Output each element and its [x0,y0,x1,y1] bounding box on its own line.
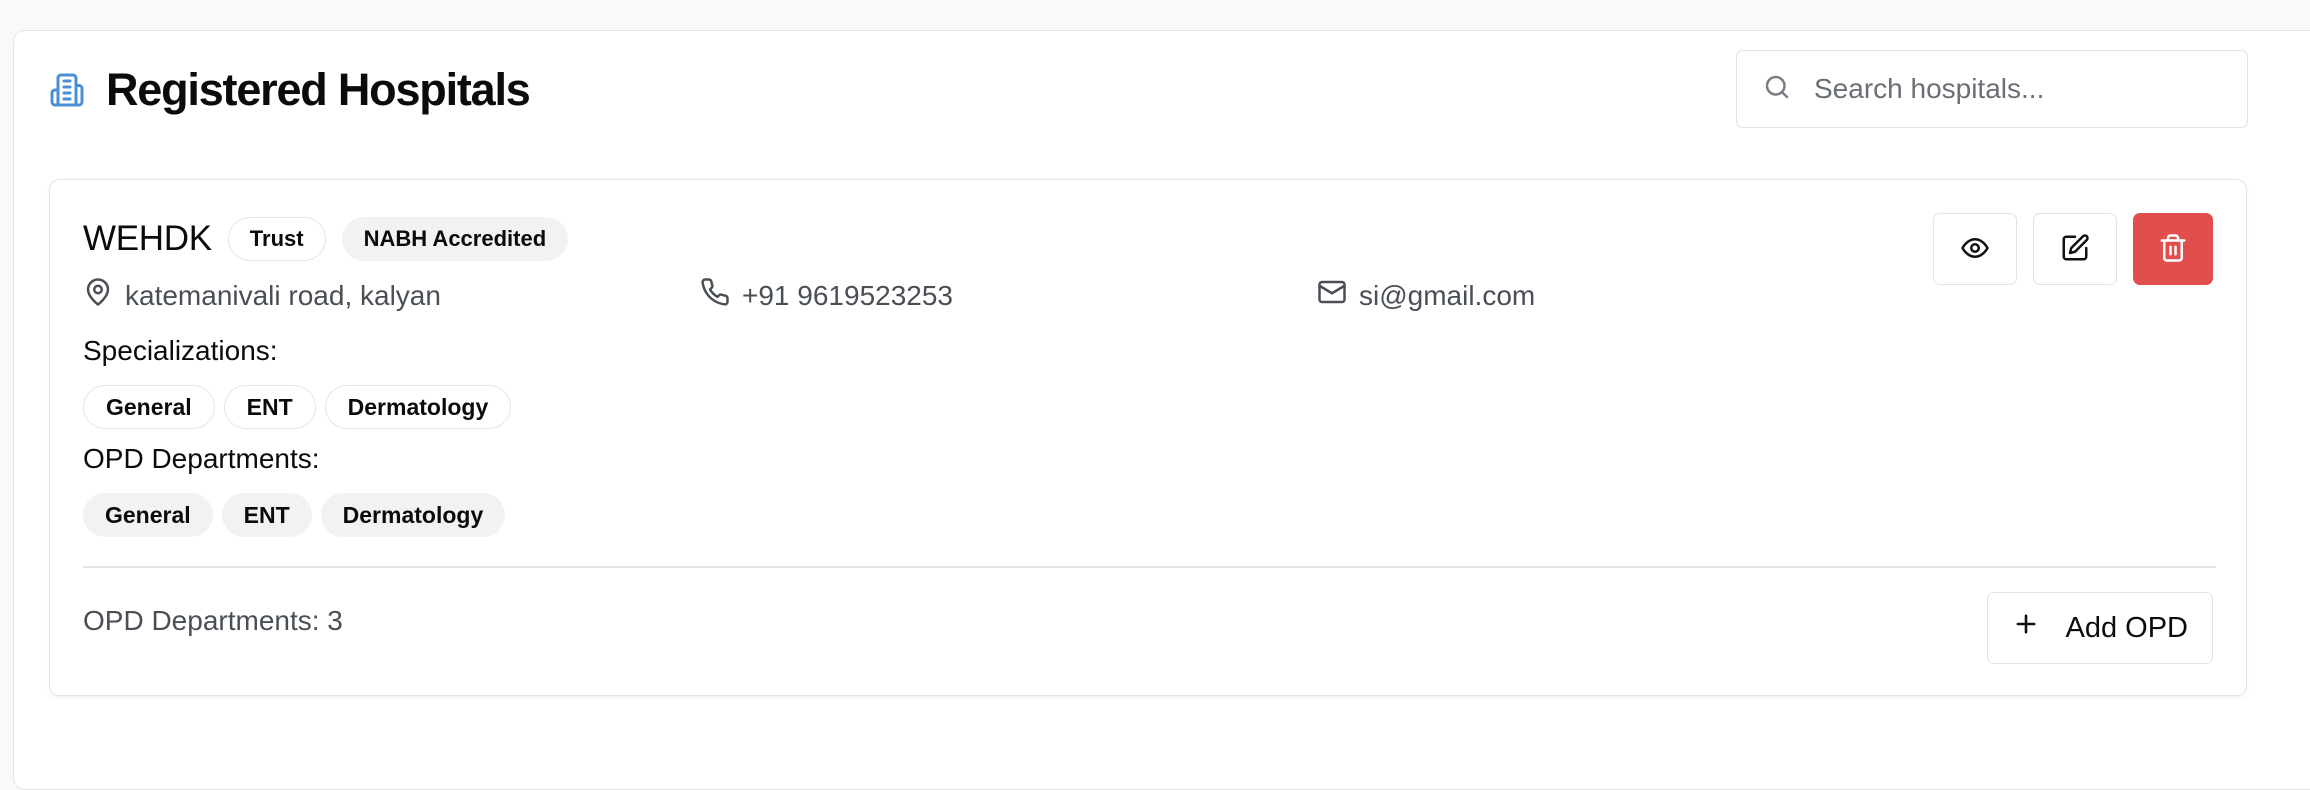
address-text: katemanivali road, kalyan [125,279,441,311]
hospital-phone: +91 9619523253 [700,277,953,314]
accreditation-badge: NABH Accredited [341,217,569,261]
mail-icon [1317,277,1347,314]
plus-icon [2012,610,2040,646]
email-text: si@gmail.com [1359,279,1536,311]
opd-department-chip: General [83,493,213,537]
opd-department-chip: Dermatology [320,493,506,537]
opd-departments-list: General ENT Dermatology [83,493,506,537]
map-pin-icon [83,277,113,314]
search-box[interactable] [1736,50,2248,128]
specialization-chip: General [83,385,215,429]
opd-count: OPD Departments: 3 [83,605,343,636]
edit-icon [2060,233,2090,266]
phone-icon [700,277,730,314]
page-title: Registered Hospitals [106,64,531,115]
eye-icon [1960,233,1990,266]
view-button[interactable] [1933,213,2017,285]
specializations-label: Specializations: [83,335,278,366]
add-opd-label: Add OPD [2065,611,2189,644]
specialization-chip: Dermatology [324,385,512,429]
delete-button[interactable] [2133,213,2213,285]
hospital-email: si@gmail.com [1317,277,1535,314]
hospital-name-row: WEHDK Trust NABH Accredited [83,217,569,261]
card-divider [83,566,2216,568]
hospital-type-badge: Trust [227,217,326,261]
edit-button[interactable] [2033,213,2117,285]
search-input[interactable] [1814,73,2234,105]
add-opd-button[interactable]: Add OPD [1986,592,2213,664]
hospital-building-icon [48,70,86,110]
hospital-address: katemanivali road, kalyan [83,277,441,314]
phone-text: +91 9619523253 [742,279,953,311]
specializations-list: General ENT Dermatology [83,385,512,429]
opd-department-chip: ENT [221,493,312,537]
card-actions [1933,213,2213,285]
hospital-card: WEHDK Trust NABH Accredited katemanivali… [49,179,2247,696]
specialization-chip: ENT [223,385,316,429]
trash-icon [2158,233,2188,266]
opd-departments-label: OPD Departments: [83,443,320,474]
page-header: Registered Hospitals [48,55,531,125]
search-icon [1762,72,1792,107]
hospital-name: WEHDK [83,219,212,258]
